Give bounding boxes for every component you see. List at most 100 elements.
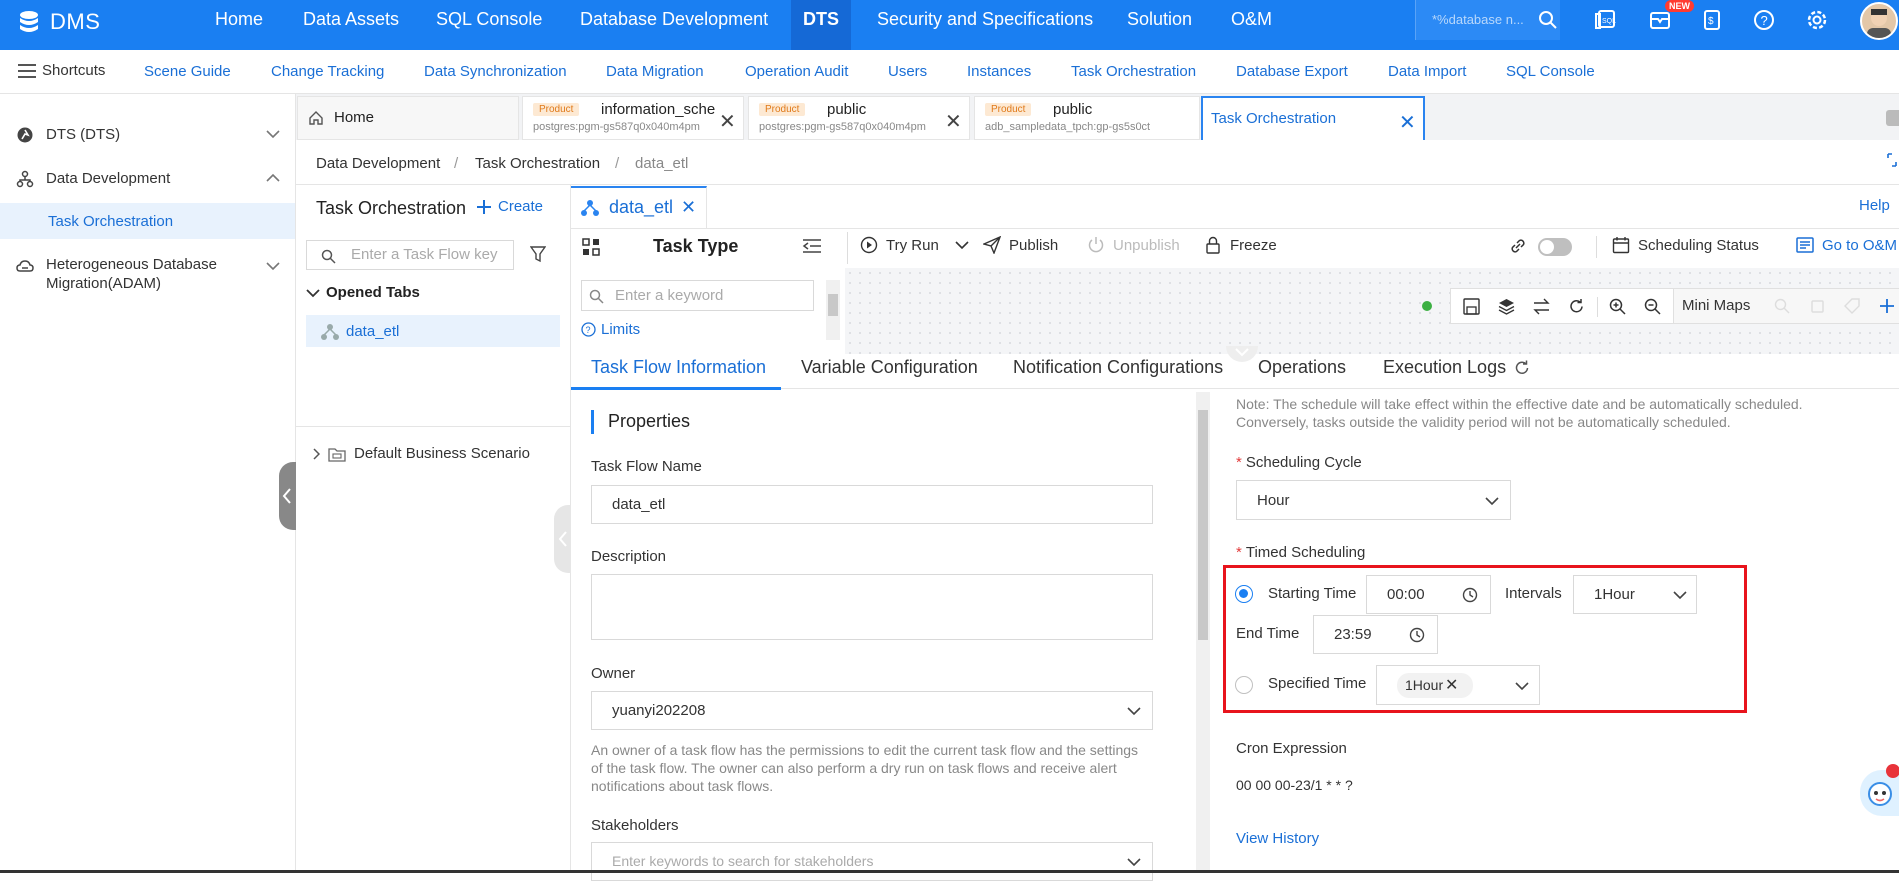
global-search-input[interactable]: *%database n...: [1415, 0, 1560, 40]
remove-tag-icon[interactable]: ✕: [1445, 673, 1458, 698]
assistant-button[interactable]: [1860, 764, 1899, 816]
shortcut-task-orchestration[interactable]: Task Orchestration: [1071, 63, 1196, 80]
settings-gear-icon[interactable]: [1805, 8, 1829, 32]
copy-icon[interactable]: [1809, 298, 1825, 314]
stakeholders-select[interactable]: Enter keywords to search for stakeholder…: [591, 842, 1153, 881]
tab-variable-configuration[interactable]: Variable Configuration: [801, 357, 978, 378]
shortcut-database-export[interactable]: Database Export: [1236, 63, 1348, 80]
fullscreen-icon[interactable]: [1886, 152, 1898, 168]
tab-information-schema[interactable]: Product information_sche postgres:pgm-gs…: [522, 96, 744, 140]
close-tab-icon[interactable]: ✕: [945, 109, 962, 134]
opened-tabs-section[interactable]: Opened Tabs: [306, 284, 420, 301]
freeze-button[interactable]: Freeze: [1204, 236, 1277, 254]
task-flow-name-input[interactable]: data_etl: [591, 485, 1153, 524]
task-flow-search-input[interactable]: Enter a Task Flow key: [306, 240, 514, 270]
filter-icon[interactable]: [530, 246, 546, 263]
scheduling-status-button[interactable]: Scheduling Status: [1612, 236, 1759, 254]
refresh-icon[interactable]: [1514, 360, 1530, 376]
flow-editor-tab[interactable]: data_etl ✕: [571, 186, 707, 228]
sql-window-icon[interactable]: SQL: [1594, 8, 1618, 32]
toggle-switch[interactable]: [1538, 238, 1572, 256]
tab-operations[interactable]: Operations: [1258, 357, 1346, 378]
nav-solution[interactable]: Solution: [1127, 0, 1192, 50]
close-tab-icon[interactable]: ✕: [681, 197, 696, 218]
help-icon[interactable]: ?: [1752, 8, 1776, 32]
properties-scrollbar[interactable]: [1196, 392, 1210, 873]
description-textarea[interactable]: [591, 574, 1153, 640]
publish-button[interactable]: Publish: [983, 236, 1058, 254]
shortcut-data-migration[interactable]: Data Migration: [606, 63, 704, 80]
help-link[interactable]: Help: [1859, 197, 1890, 214]
nav-sql-console[interactable]: SQL Console: [436, 0, 542, 50]
close-tab-icon[interactable]: ✕: [719, 109, 736, 134]
opened-tab-data-etl[interactable]: data_etl: [306, 315, 560, 347]
grid-icon[interactable]: [582, 238, 600, 256]
intervals-select[interactable]: 1Hour: [1573, 575, 1697, 614]
limits-link[interactable]: ? Limits: [581, 321, 640, 338]
refresh-icon[interactable]: [1568, 298, 1585, 315]
tab-task-orchestration[interactable]: Task Orchestration ✕: [1201, 96, 1425, 140]
shortcut-change-tracking[interactable]: Change Tracking: [271, 63, 384, 80]
swap-icon[interactable]: [1533, 298, 1550, 315]
tab-home[interactable]: Home: [297, 96, 519, 140]
sidebar-item-data-development[interactable]: Data Development: [0, 168, 295, 196]
shortcut-scene-guide[interactable]: Scene Guide: [144, 63, 231, 80]
scrollbar-thumb[interactable]: [828, 294, 838, 316]
tab-overflow-dropdown[interactable]: [1886, 110, 1899, 126]
create-task-flow-button[interactable]: Create: [476, 198, 543, 215]
sidebar-item-task-orchestration[interactable]: Task Orchestration: [0, 203, 295, 239]
tab-execution-logs[interactable]: Execution Logs: [1383, 357, 1530, 378]
starting-time-radio[interactable]: [1235, 585, 1253, 603]
shortcut-instances[interactable]: Instances: [967, 63, 1031, 80]
panel-collapse-handle[interactable]: [554, 505, 571, 573]
specified-time-radio[interactable]: [1235, 676, 1253, 694]
nav-security-specifications[interactable]: Security and Specifications: [877, 0, 1093, 50]
tab-task-flow-information[interactable]: Task Flow Information: [591, 357, 766, 378]
shortcuts-menu[interactable]: Shortcuts: [18, 62, 105, 79]
sidebar-item-dts[interactable]: DTS (DTS): [0, 124, 295, 152]
nav-database-development[interactable]: Database Development: [580, 0, 768, 50]
collapse-list-icon[interactable]: [802, 238, 822, 254]
nav-om[interactable]: O&M: [1231, 0, 1272, 50]
shortcut-sql-console[interactable]: SQL Console: [1506, 63, 1595, 80]
zoom-out-icon[interactable]: [1644, 298, 1661, 315]
task-keyword-search-input[interactable]: Enter a keyword: [581, 280, 814, 311]
task-type-scrollbar[interactable]: [826, 280, 840, 340]
canvas-collapse-handle[interactable]: [1226, 346, 1258, 362]
mini-maps-panel[interactable]: Mini Maps: [1673, 289, 1899, 323]
unpublish-button[interactable]: Unpublish: [1087, 236, 1180, 254]
nav-dts[interactable]: DTS: [791, 0, 851, 50]
save-icon[interactable]: [1463, 298, 1480, 315]
tab-public-2[interactable]: Product public adb_sampledata_tpch:gp-gs…: [974, 96, 1200, 140]
end-time-picker[interactable]: 23:59: [1313, 615, 1438, 654]
go-to-om-button[interactable]: Go to O&M: [1796, 236, 1897, 254]
owner-select[interactable]: yuanyi202208: [591, 691, 1153, 730]
sidebar-item-adam[interactable]: Heterogeneous Database Migration(ADAM): [0, 256, 295, 296]
tab-notification-configurations[interactable]: Notification Configurations: [1013, 357, 1223, 378]
shortcut-data-synchronization[interactable]: Data Synchronization: [424, 63, 567, 80]
layers-icon[interactable]: [1498, 298, 1515, 315]
shortcut-operation-audit[interactable]: Operation Audit: [745, 63, 848, 80]
nav-data-assets[interactable]: Data Assets: [303, 0, 399, 50]
try-run-button[interactable]: Try Run: [860, 236, 969, 254]
dms-logo[interactable]: DMS: [14, 7, 100, 37]
starting-time-picker[interactable]: 00:00: [1366, 575, 1491, 614]
zoom-in-icon[interactable]: [1609, 298, 1626, 315]
add-icon[interactable]: [1879, 298, 1895, 314]
business-scenario-item[interactable]: Default Business Scenario: [312, 445, 530, 462]
search-icon[interactable]: [1538, 10, 1558, 30]
tab-public-1[interactable]: Product public postgres:pgm-gs587q0x040m…: [748, 96, 970, 140]
breadcrumb-data-development[interactable]: Data Development: [316, 155, 440, 172]
user-avatar[interactable]: [1860, 2, 1898, 40]
close-tab-icon[interactable]: ✕: [1399, 110, 1416, 135]
shortcut-users[interactable]: Users: [888, 63, 927, 80]
tag-icon[interactable]: [1844, 298, 1860, 314]
nav-home[interactable]: Home: [215, 0, 263, 50]
view-history-link[interactable]: View History: [1236, 830, 1319, 847]
breadcrumb-task-orchestration[interactable]: Task Orchestration: [475, 155, 600, 172]
link-icon[interactable]: [1509, 237, 1527, 255]
shortcut-data-import[interactable]: Data Import: [1388, 63, 1466, 80]
search-icon[interactable]: [1774, 298, 1790, 314]
sidebar-collapse-handle[interactable]: [279, 462, 296, 530]
scheduling-cycle-select[interactable]: Hour: [1236, 480, 1511, 520]
